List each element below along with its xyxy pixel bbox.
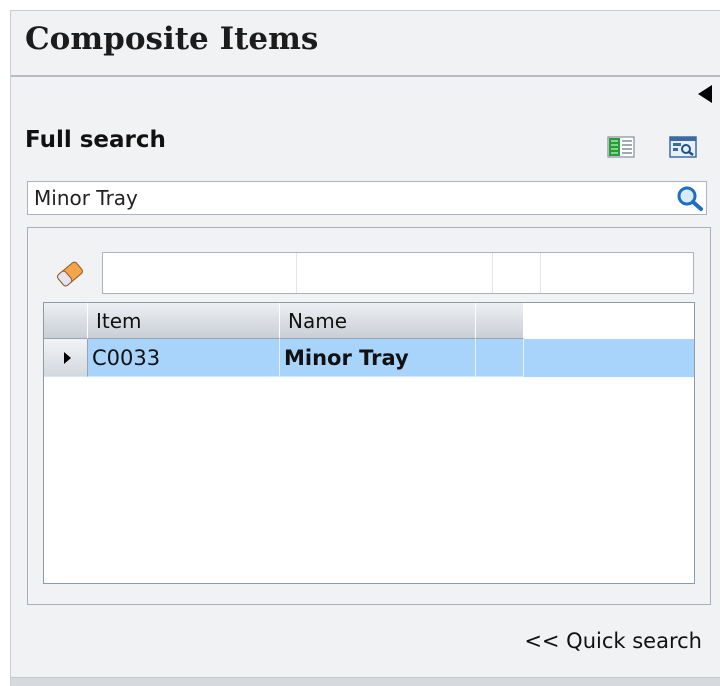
row-selector[interactable] <box>44 339 88 377</box>
quick-search-link[interactable]: << Quick search <box>524 629 702 653</box>
grid-header: Item Name <box>44 303 694 339</box>
column-header-extra[interactable] <box>476 303 524 339</box>
column-header-name[interactable]: Name <box>280 303 476 339</box>
composite-items-panel: Composite Items Full search Minor Tray I… <box>10 10 720 686</box>
collapse-arrow-icon[interactable] <box>698 85 712 103</box>
column-header-item[interactable]: Item <box>88 303 280 339</box>
search-box <box>27 181 707 215</box>
cell-extra[interactable] <box>476 339 524 377</box>
filter-cell-item[interactable] <box>103 253 297 293</box>
cell-item[interactable]: C0033 <box>88 339 280 377</box>
eraser-icon[interactable] <box>52 256 88 292</box>
cell-name[interactable]: Minor Tray <box>280 339 476 377</box>
title-divider <box>11 75 720 77</box>
results-frame: Item Name C0033 Minor Tray <box>27 227 711 605</box>
header-selector-cell <box>44 303 88 339</box>
table-row[interactable]: C0033 Minor Tray <box>44 339 694 377</box>
current-row-arrow-icon <box>64 352 71 364</box>
magnifier-icon[interactable] <box>674 184 704 212</box>
results-grid: Item Name C0033 Minor Tray <box>43 302 695 584</box>
filter-row <box>102 252 694 294</box>
filter-cell-name[interactable] <box>297 253 493 293</box>
filter-cell-blank <box>541 253 693 293</box>
grid-layout-icon[interactable] <box>607 135 635 159</box>
filter-cell-extra[interactable] <box>493 253 541 293</box>
bottom-scrollbar[interactable] <box>11 677 720 686</box>
section-title: Full search <box>25 127 166 153</box>
search-input[interactable] <box>28 182 668 214</box>
search-settings-icon[interactable] <box>669 135 697 159</box>
page-title: Composite Items <box>25 21 319 57</box>
